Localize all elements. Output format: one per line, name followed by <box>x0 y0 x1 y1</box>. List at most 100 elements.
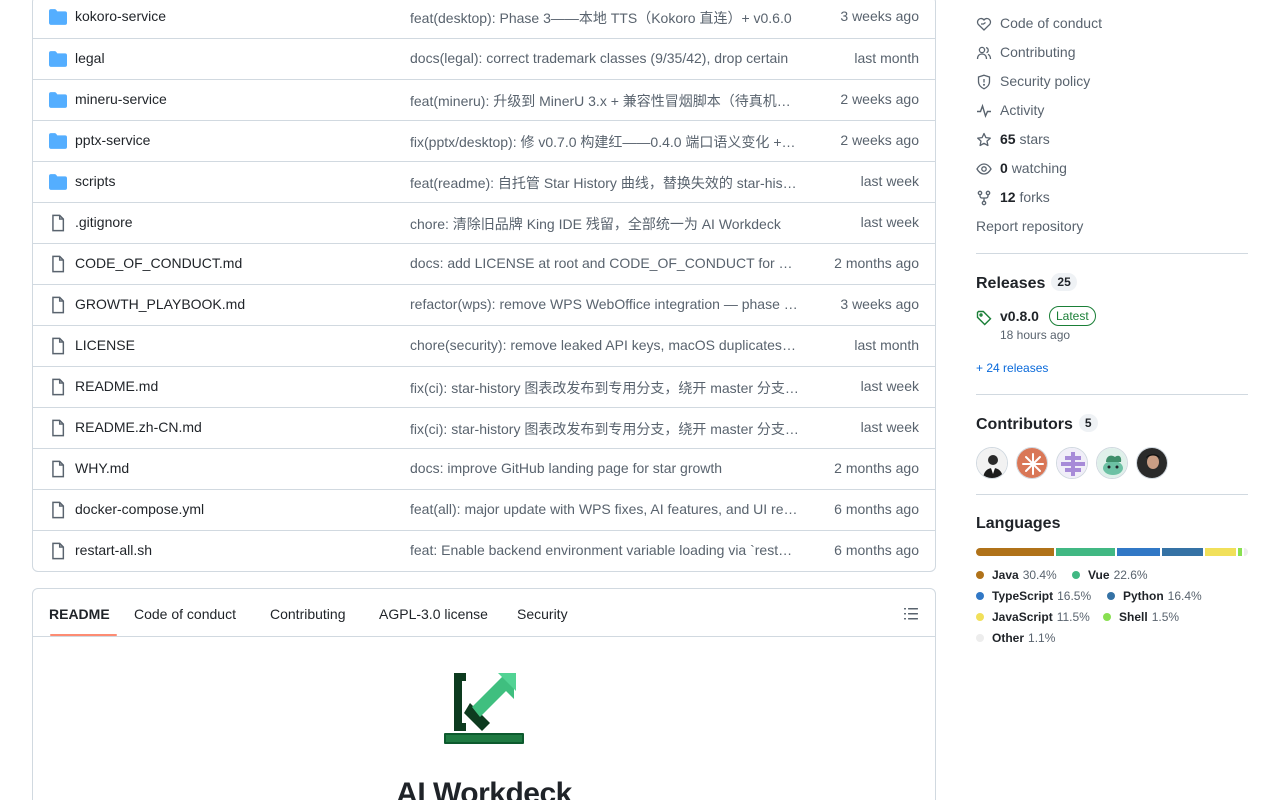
file-row[interactable]: README.zh-CN.md fix(ci): star-history 图表… <box>33 407 935 448</box>
language-item[interactable]: Vue 22.6% <box>1072 568 1148 582</box>
divider <box>976 253 1248 254</box>
avatar[interactable] <box>1096 447 1128 479</box>
file-icon <box>52 542 65 560</box>
file-name-link[interactable]: legal <box>75 50 105 66</box>
file-icon <box>52 337 65 355</box>
avatar[interactable] <box>1016 447 1048 479</box>
folder-icon <box>49 133 67 149</box>
ai-workdeck-logo <box>444 673 524 744</box>
tab-contributing[interactable]: Contributing <box>270 606 346 622</box>
commit-message-link[interactable]: feat(all): major update with WPS fixes, … <box>410 501 799 517</box>
file-row[interactable]: mineru-service feat(mineru): 升级到 MinerU … <box>33 79 935 120</box>
file-icon <box>52 501 65 519</box>
file-name-link[interactable]: docker-compose.yml <box>75 501 204 517</box>
commit-message-link[interactable]: fix(pptx/desktop): 修 v0.7.0 构建红——0.4.0 端… <box>410 132 799 152</box>
eye-icon <box>976 163 992 175</box>
commit-message-link[interactable]: fix(ci): star-history 图表改发布到专用分支，绕开 mast… <box>410 378 799 398</box>
languages-heading: Languages <box>976 515 1061 532</box>
language-item[interactable]: JavaScript 11.5% <box>976 610 1090 624</box>
tag-icon <box>976 310 992 326</box>
language-dot <box>976 592 984 600</box>
file-row[interactable]: restart-all.sh feat: Enable backend envi… <box>33 530 935 571</box>
releases-heading[interactable]: Releases 25 <box>976 273 1077 293</box>
commit-date: 3 weeks ago <box>840 296 919 312</box>
file-row[interactable]: docker-compose.yml feat(all): major upda… <box>33 489 935 530</box>
tab-code-of-conduct[interactable]: Code of conduct <box>134 606 236 622</box>
file-name-link[interactable]: scripts <box>75 173 115 189</box>
file-row[interactable]: legal docs(legal): correct trademark cla… <box>33 38 935 79</box>
avatar[interactable] <box>976 447 1008 479</box>
commit-message-link[interactable]: docs(legal): correct trademark classes (… <box>410 50 799 66</box>
release-time: 18 hours ago <box>1000 328 1071 342</box>
more-releases-link[interactable]: + 24 releases <box>976 361 1048 375</box>
file-row[interactable]: kokoro-service feat(desktop): Phase 3——本… <box>33 0 935 38</box>
shield-icon <box>977 74 991 90</box>
divider <box>976 394 1248 395</box>
divider <box>976 494 1248 495</box>
folder-icon <box>49 51 67 67</box>
file-row[interactable]: WHY.md docs: improve GitHub landing page… <box>33 448 935 489</box>
file-name-link[interactable]: .gitignore <box>75 214 133 230</box>
latest-release-link[interactable]: v0.8.0 <box>1000 308 1039 324</box>
commit-message-link[interactable]: feat(mineru): 升级到 MinerU 3.x + 兼容性冒烟脚本（待… <box>410 91 799 111</box>
file-row[interactable]: README.md fix(ci): star-history 图表改发布到专用… <box>33 366 935 407</box>
report-repository-link[interactable]: Report repository <box>976 218 1083 234</box>
language-item[interactable]: Java 30.4% <box>976 568 1057 582</box>
file-row[interactable]: pptx-service fix(pptx/desktop): 修 v0.7.0… <box>33 120 935 161</box>
file-name-link[interactable]: mineru-service <box>75 91 167 107</box>
folder-icon <box>49 92 67 108</box>
language-item[interactable]: Shell 1.5% <box>1103 610 1179 624</box>
language-dot <box>976 634 984 642</box>
file-name-link[interactable]: CODE_OF_CONDUCT.md <box>75 255 242 271</box>
commit-message-link[interactable]: docs: improve GitHub landing page for st… <box>410 460 799 476</box>
contributors-count: 5 <box>1078 414 1098 432</box>
fork-icon <box>977 190 991 206</box>
commit-date: last week <box>860 214 919 230</box>
commit-date: 3 weeks ago <box>840 8 919 24</box>
commit-date: 2 months ago <box>834 255 919 271</box>
contributors-heading[interactable]: Contributors 5 <box>976 414 1098 434</box>
file-icon <box>52 214 65 232</box>
commit-message-link[interactable]: chore(security): remove leaked API keys,… <box>410 337 799 353</box>
commit-date: 2 months ago <box>834 460 919 476</box>
folder-icon <box>49 9 67 25</box>
avatar[interactable] <box>1056 447 1088 479</box>
file-row[interactable]: .gitignore chore: 清除旧品牌 King IDE 残留，全部统一… <box>33 202 935 243</box>
commit-message-link[interactable]: refactor(wps): remove WPS WebOffice inte… <box>410 296 799 312</box>
lang-segment-shell <box>1238 548 1243 556</box>
commit-message-link[interactable]: feat(readme): 自托管 Star History 曲线，替换失效的 … <box>410 173 799 193</box>
file-name-link[interactable]: pptx-service <box>75 132 150 148</box>
tab-license[interactable]: AGPL-3.0 license <box>379 606 488 622</box>
language-item[interactable]: Other 1.1% <box>976 631 1055 645</box>
tab-readme[interactable]: README <box>49 606 110 622</box>
commit-message-link[interactable]: chore: 清除旧品牌 King IDE 残留，全部统一为 AI Workde… <box>410 214 799 234</box>
file-name-link[interactable]: kokoro-service <box>75 8 166 24</box>
file-name-link[interactable]: LICENSE <box>75 337 135 353</box>
commit-message-link[interactable]: feat: Enable backend environment variabl… <box>410 542 799 558</box>
file-name-link[interactable]: restart-all.sh <box>75 542 152 558</box>
file-name-link[interactable]: README.zh-CN.md <box>75 419 202 435</box>
file-icon <box>52 460 65 478</box>
file-icon <box>52 419 65 437</box>
stars-label: stars <box>1019 131 1050 147</box>
file-name-link[interactable]: README.md <box>75 378 158 394</box>
tab-security[interactable]: Security <box>517 606 568 622</box>
outline-list-icon[interactable] <box>903 606 919 622</box>
commit-message-link[interactable]: feat(desktop): Phase 3——本地 TTS（Kokoro 直连… <box>410 8 799 28</box>
file-row[interactable]: CODE_OF_CONDUCT.md docs: add LICENSE at … <box>33 243 935 284</box>
lang-segment-typescript <box>1116 548 1160 556</box>
folder-icon <box>49 174 67 190</box>
commit-date: last month <box>854 50 919 66</box>
language-item[interactable]: Python 16.4% <box>1107 589 1202 603</box>
file-row[interactable]: GROWTH_PLAYBOOK.md refactor(wps): remove… <box>33 284 935 325</box>
file-row[interactable]: scripts feat(readme): 自托管 Star History 曲… <box>33 161 935 202</box>
forks-count: 12 <box>1000 189 1016 205</box>
language-item[interactable]: TypeScript 16.5% <box>976 589 1091 603</box>
star-icon <box>977 132 991 147</box>
commit-message-link[interactable]: fix(ci): star-history 图表改发布到专用分支，绕开 mast… <box>410 419 799 439</box>
avatar[interactable] <box>1136 447 1168 479</box>
file-name-link[interactable]: WHY.md <box>75 460 129 476</box>
file-row[interactable]: LICENSE chore(security): remove leaked A… <box>33 325 935 366</box>
commit-message-link[interactable]: docs: add LICENSE at root and CODE_OF_CO… <box>410 255 799 271</box>
file-name-link[interactable]: GROWTH_PLAYBOOK.md <box>75 296 245 312</box>
